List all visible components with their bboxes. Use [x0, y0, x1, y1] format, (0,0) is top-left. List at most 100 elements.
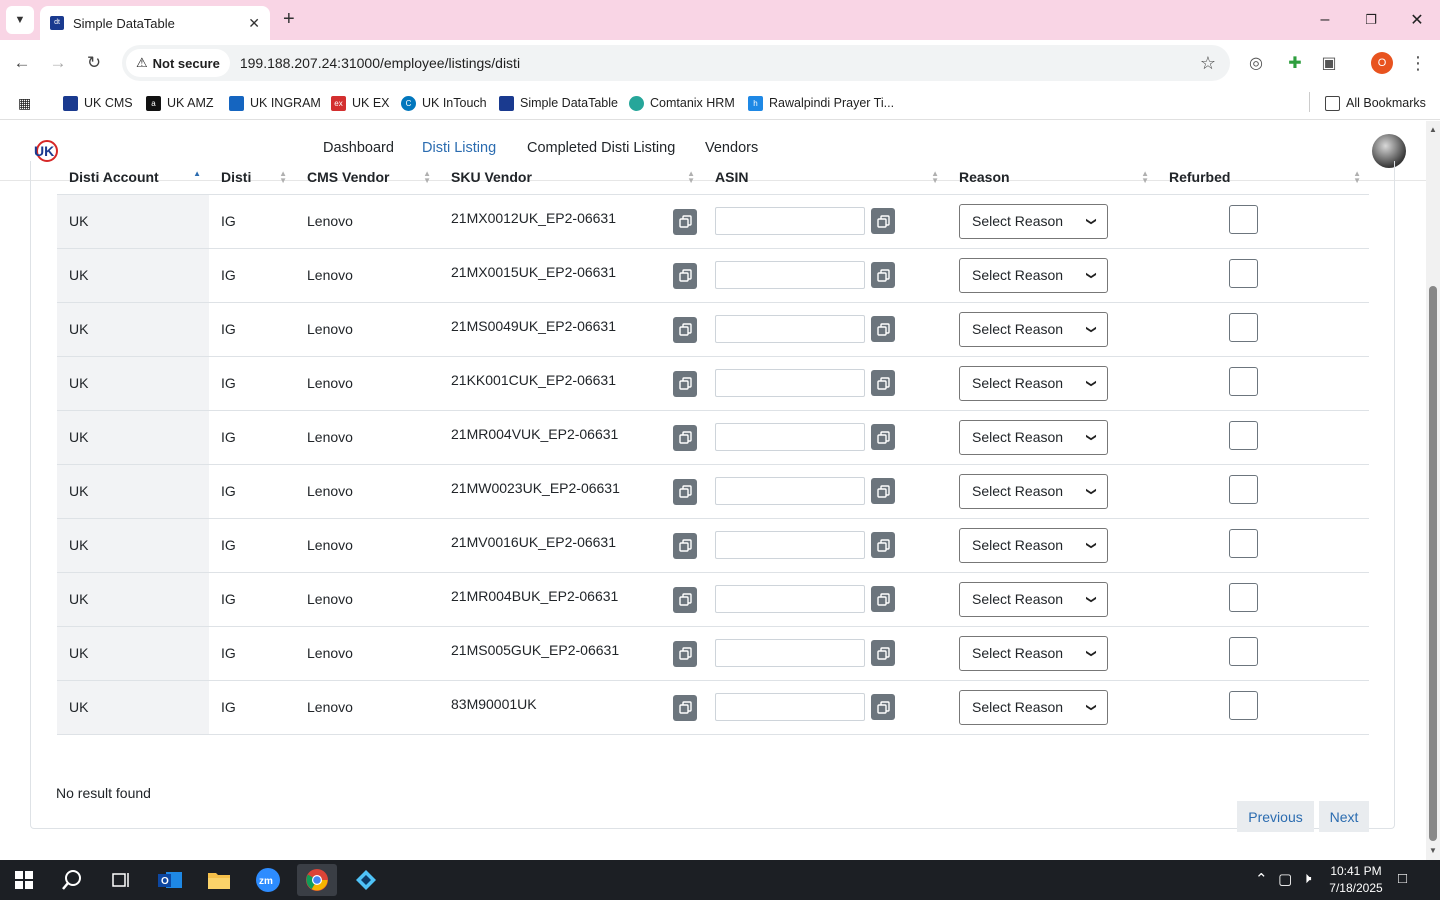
col-asin[interactable]: ASIN ▲ ▼ [703, 161, 947, 195]
back-icon[interactable]: ← [10, 51, 34, 75]
reason-select[interactable]: Select Reason ❯ [959, 635, 1108, 671]
copy-asin-button[interactable] [871, 370, 895, 396]
bookmark-uk-intouch[interactable]: C UK InTouch [401, 93, 487, 113]
restore-icon[interactable]: ❐ [1356, 6, 1386, 34]
copy-asin-button[interactable] [871, 694, 895, 720]
copy-sku-button[interactable] [673, 478, 697, 505]
page-scrollbar[interactable]: ▲ ▼ [1426, 121, 1440, 860]
col-sku-vendor[interactable]: SKU Vendor ▲ ▼ [439, 161, 703, 195]
asin-input[interactable] [715, 693, 865, 721]
asin-input[interactable] [715, 315, 865, 343]
col-cms-vendor[interactable]: CMS Vendor ▲ ▼ [295, 161, 439, 195]
extensions-puzzle-icon[interactable]: ▣ [1317, 51, 1341, 75]
asin-input[interactable] [715, 369, 865, 397]
reason-select[interactable]: Select Reason ❯ [959, 203, 1108, 239]
uk-logo-icon[interactable]: UK [32, 139, 60, 163]
nav-vendors[interactable]: Vendors [705, 140, 758, 156]
refurbed-checkbox[interactable] [1229, 528, 1258, 558]
col-reason[interactable]: Reason ▲ ▼ [947, 161, 1157, 195]
bookmark-star-icon[interactable]: ☆ [1200, 53, 1216, 74]
reason-select[interactable]: Select Reason ❯ [959, 527, 1108, 563]
security-chip[interactable]: ⚠ Not secure [126, 49, 230, 77]
scroll-down-icon[interactable]: ▼ [1429, 846, 1437, 855]
asin-input[interactable] [715, 423, 865, 451]
col-disti-account[interactable]: Disti Account ▲ [57, 161, 209, 195]
previous-button[interactable]: Previous [1237, 801, 1314, 832]
refurbed-checkbox[interactable] [1229, 366, 1258, 396]
reason-select[interactable]: Select Reason ❯ [959, 581, 1108, 617]
network-icon[interactable]: ▢ [1278, 870, 1292, 888]
reason-select[interactable]: Select Reason ❯ [959, 419, 1108, 455]
reload-icon[interactable]: ↻ [82, 51, 106, 75]
reason-select[interactable]: Select Reason ❯ [959, 257, 1108, 293]
asin-input[interactable] [715, 477, 865, 505]
zoom-icon[interactable]: zm [248, 864, 288, 896]
refurbed-checkbox[interactable] [1229, 690, 1258, 720]
copy-sku-button[interactable] [673, 532, 697, 559]
asin-input[interactable] [715, 531, 865, 559]
reason-select[interactable]: Select Reason ❯ [959, 311, 1108, 347]
copy-asin-button[interactable] [871, 532, 895, 558]
copy-asin-button[interactable] [871, 640, 895, 666]
taskbar-clock[interactable]: 10:41 PM 7/18/2025 [1318, 863, 1394, 897]
copy-asin-button[interactable] [871, 262, 895, 288]
app-diamond-icon[interactable] [346, 864, 386, 896]
tray-chevron-icon[interactable]: ⌃ [1255, 870, 1268, 888]
refurbed-checkbox[interactable] [1229, 204, 1258, 234]
close-window-icon[interactable]: ✕ [1402, 6, 1432, 34]
refurbed-checkbox[interactable] [1229, 258, 1258, 288]
nav-completed-disti-listing[interactable]: Completed Disti Listing [527, 140, 675, 156]
tab-search-icon[interactable]: ▼ [6, 6, 34, 34]
forward-icon[interactable]: → [46, 51, 70, 75]
bookmark-simple-datatable[interactable]: Simple DataTable [499, 93, 618, 113]
all-bookmarks[interactable]: All Bookmarks [1325, 93, 1426, 113]
bookmark-uk-cms[interactable]: UK CMS [63, 93, 133, 113]
reason-select[interactable]: Select Reason ❯ [959, 689, 1108, 725]
copy-sku-button[interactable] [673, 262, 697, 289]
copy-asin-button[interactable] [871, 208, 895, 234]
kebab-menu-icon[interactable]: ⋮ [1406, 51, 1430, 75]
refurbed-checkbox[interactable] [1229, 420, 1258, 450]
file-explorer-icon[interactable] [199, 864, 239, 896]
nav-disti-listing[interactable]: Disti Listing [422, 140, 496, 156]
copy-sku-button[interactable] [673, 640, 697, 667]
windows-start-icon[interactable] [4, 864, 44, 896]
copy-sku-button[interactable] [673, 586, 697, 613]
notifications-icon[interactable]: □ [1398, 870, 1407, 887]
refurbed-checkbox[interactable] [1229, 312, 1258, 342]
reason-select[interactable]: Select Reason ❯ [959, 365, 1108, 401]
copy-sku-button[interactable] [673, 370, 697, 397]
copy-sku-button[interactable] [673, 694, 697, 721]
scroll-up-icon[interactable]: ▲ [1429, 125, 1437, 134]
copy-sku-button[interactable] [673, 316, 697, 343]
copy-asin-button[interactable] [871, 478, 895, 504]
outlook-icon[interactable]: O [150, 864, 190, 896]
bookmark-uk-ingram[interactable]: UK INGRAM [229, 93, 321, 113]
asin-input[interactable] [715, 261, 865, 289]
task-view-icon[interactable] [100, 864, 140, 896]
chrome-icon[interactable] [297, 864, 337, 896]
address-bar[interactable]: ⚠ Not secure 199.188.207.24:31000/employ… [122, 45, 1230, 81]
refurbed-checkbox[interactable] [1229, 636, 1258, 666]
volume-muted-icon[interactable]: 🕨 [1302, 870, 1311, 887]
next-button[interactable]: Next [1319, 801, 1369, 832]
profile-avatar[interactable]: O [1371, 52, 1393, 74]
new-tab-icon[interactable]: + [283, 8, 295, 31]
bookmark-rawalpindi-prayer[interactable]: h Rawalpindi Prayer Ti... [748, 93, 894, 113]
url-text[interactable]: 199.188.207.24:31000/employee/listings/d… [240, 55, 520, 71]
minimize-icon[interactable]: – [1310, 6, 1340, 34]
refurbed-checkbox[interactable] [1229, 474, 1258, 504]
copy-sku-button[interactable] [673, 424, 697, 451]
copy-asin-button[interactable] [871, 586, 895, 612]
browser-tab[interactable]: dt Simple DataTable ✕ [40, 6, 270, 40]
refurbed-checkbox[interactable] [1229, 582, 1258, 612]
copy-asin-button[interactable] [871, 424, 895, 450]
scroll-thumb[interactable] [1429, 286, 1437, 841]
col-refurbed[interactable]: Refurbed ▲ ▼ [1157, 161, 1369, 195]
copy-sku-button[interactable] [673, 208, 697, 235]
col-disti[interactable]: Disti ▲ ▼ [209, 161, 295, 195]
bookmark-uk-amz[interactable]: a UK AMZ [146, 93, 214, 113]
asin-input[interactable] [715, 639, 865, 667]
apps-grid-icon[interactable]: ▦ [18, 93, 31, 113]
bookmark-comtanix-hrm[interactable]: Comtanix HRM [629, 93, 735, 113]
